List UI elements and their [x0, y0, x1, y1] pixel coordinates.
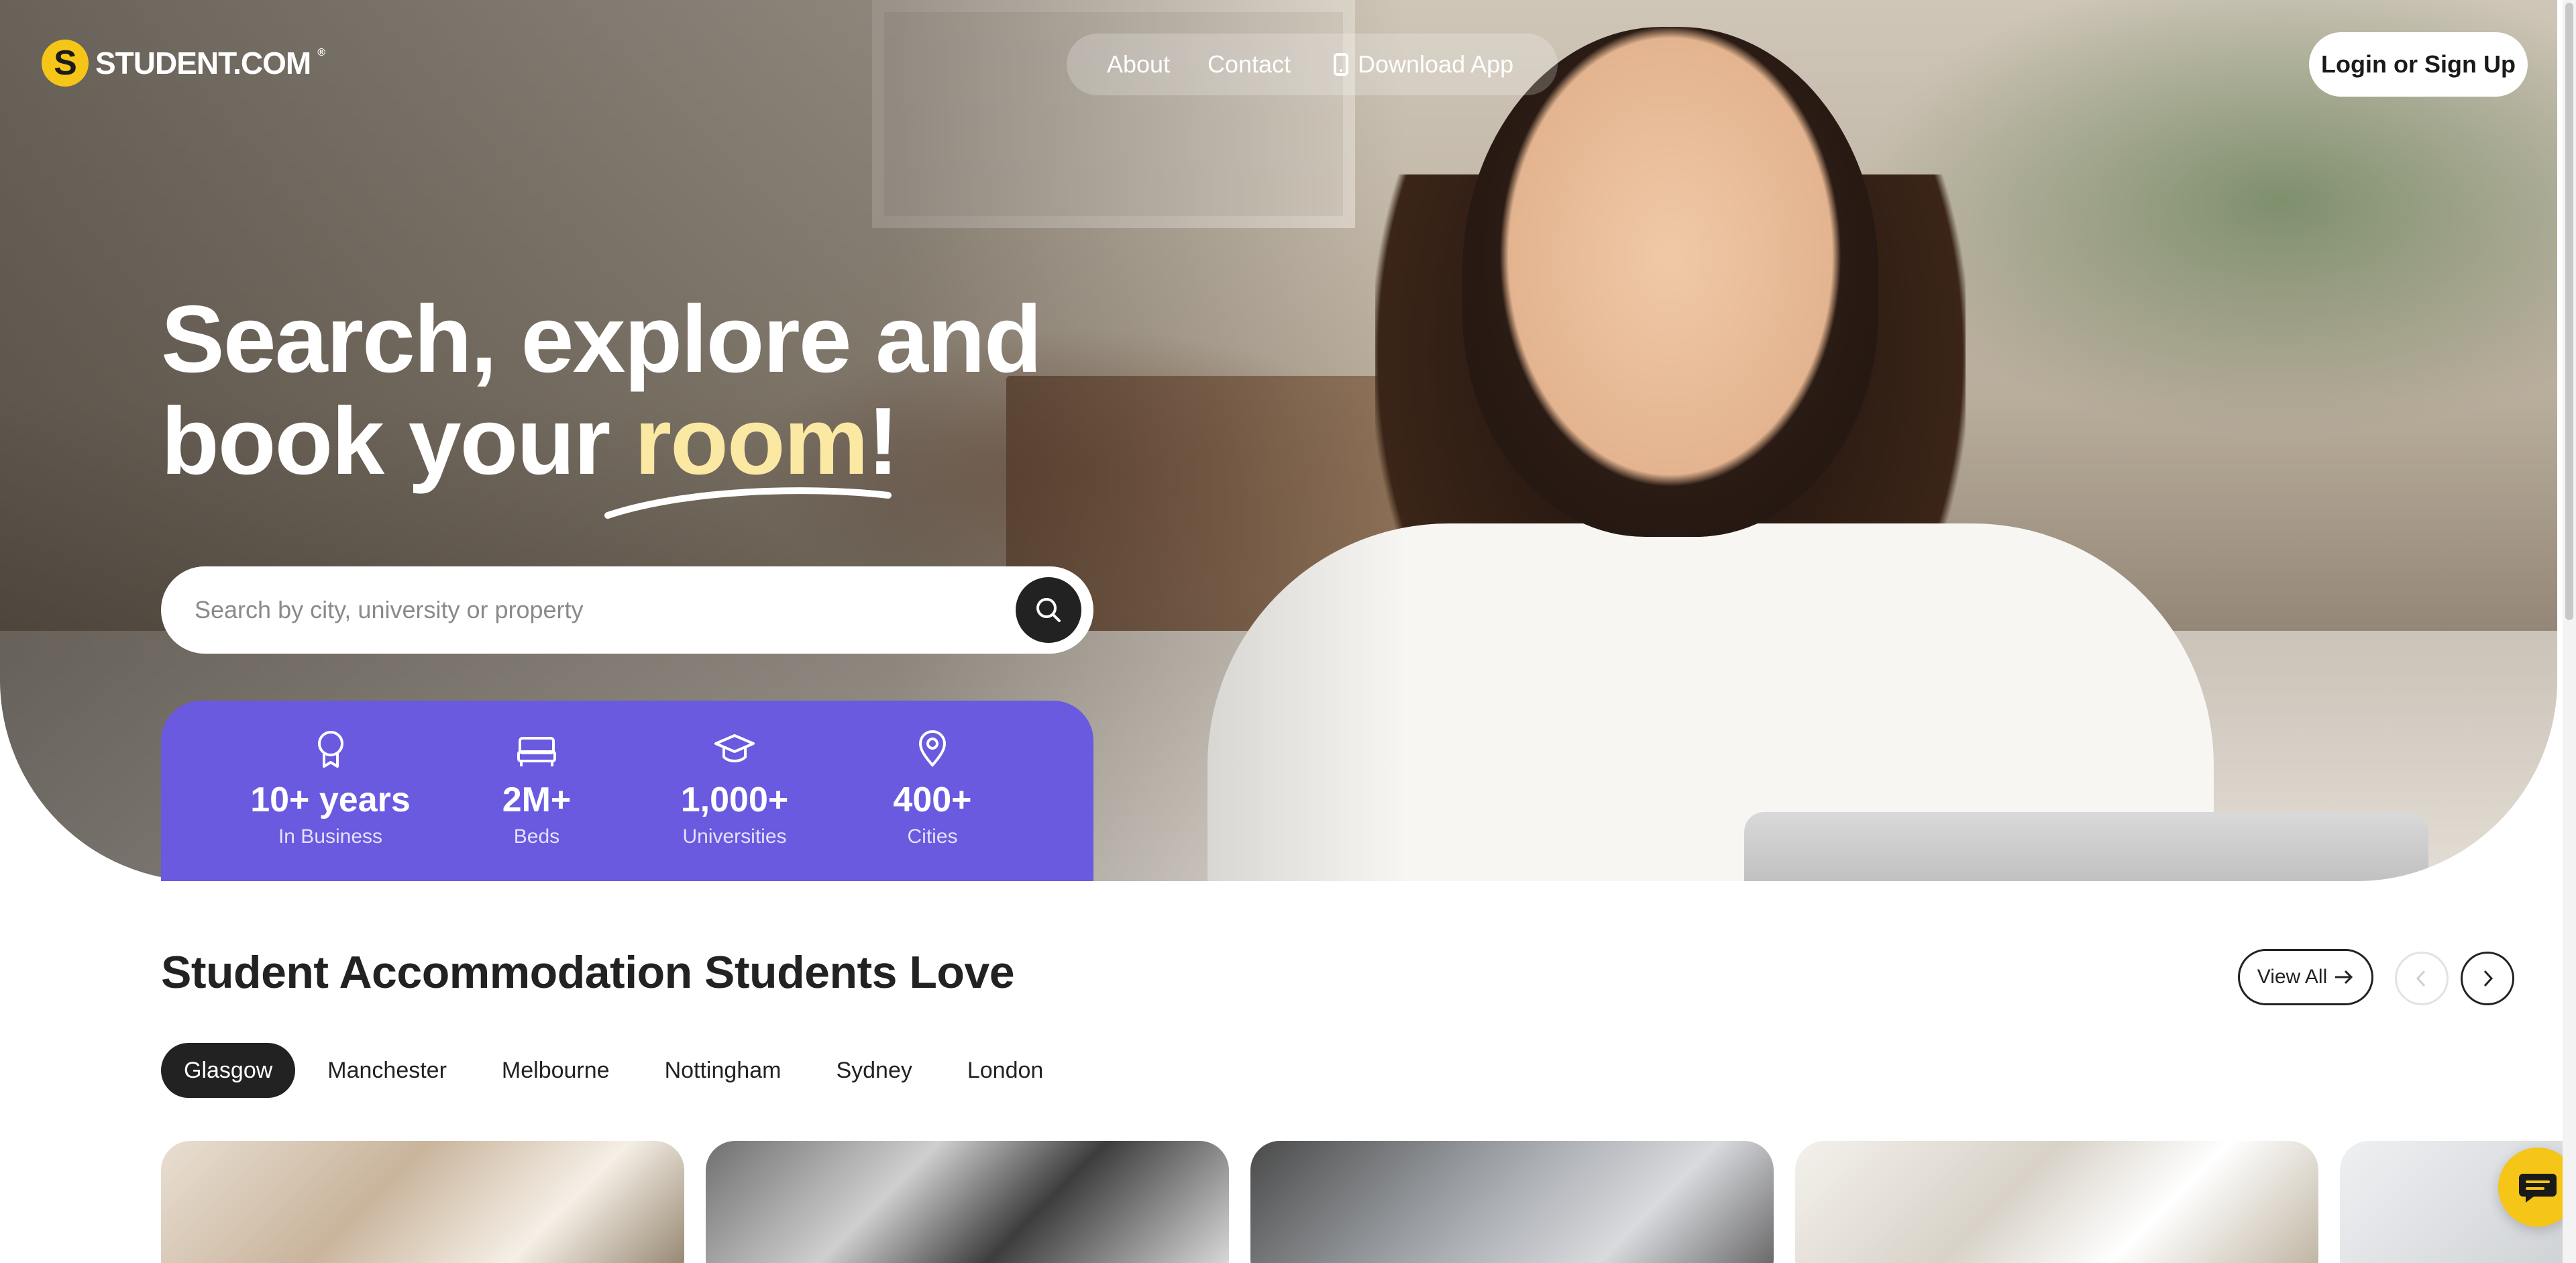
stat-cities: 400+ Cities — [834, 729, 1032, 881]
stat-beds: 2M+ Beds — [438, 729, 636, 881]
site-logo[interactable]: S STUDENT.COM ® — [42, 39, 325, 87]
logo-text: STUDENT.COM — [95, 46, 311, 81]
nav-contact-link[interactable]: Contact — [1208, 48, 1291, 81]
headline-accent-word: room — [634, 388, 869, 495]
city-chip-sydney[interactable]: Sydney — [813, 1043, 935, 1098]
stat-label: Universities — [682, 825, 787, 848]
stat-universities: 1,000+ Universities — [636, 729, 834, 881]
view-all-label: View All — [2257, 966, 2328, 988]
download-app-label: Download App — [1358, 50, 1514, 78]
property-card[interactable] — [1795, 1141, 2318, 1263]
city-chip-london[interactable]: London — [944, 1043, 1067, 1098]
headline-underline-swoosh — [604, 487, 892, 519]
page: S STUDENT.COM ® About Contact Download A… — [0, 0, 2576, 1263]
headline-line-1: Search, explore and — [161, 286, 1042, 393]
award-icon — [317, 731, 343, 768]
stat-label: Cities — [907, 825, 958, 848]
carousel-next-button[interactable] — [2461, 952, 2514, 1005]
page-scrollbar-thumb[interactable] — [2565, 3, 2573, 620]
stat-label: Beds — [513, 825, 560, 848]
carousel-prev-button[interactable] — [2395, 952, 2449, 1005]
bed-icon — [517, 737, 556, 766]
city-filter-chips: Glasgow Manchester Melbourne Nottingham … — [161, 1043, 1067, 1098]
city-chip-melbourne[interactable]: Melbourne — [478, 1043, 633, 1098]
arrow-right-icon — [2335, 970, 2353, 984]
headline-line-2: book your — [161, 388, 635, 495]
city-chip-manchester[interactable]: Manchester — [305, 1043, 470, 1098]
stat-value: 10+ years — [250, 780, 411, 819]
logo-registered-mark: ® — [317, 47, 325, 58]
property-card[interactable] — [706, 1141, 1229, 1263]
phone-icon — [1334, 53, 1348, 76]
stat-value: 2M+ — [502, 780, 572, 819]
graduation-cap-icon — [714, 734, 755, 762]
login-signup-button[interactable]: Login or Sign Up — [2309, 32, 2528, 97]
stat-label: In Business — [278, 825, 383, 848]
search-bar — [161, 566, 1093, 654]
city-chip-glasgow[interactable]: Glasgow — [161, 1043, 296, 1098]
nav-download-app-link[interactable]: Download App — [1334, 48, 1513, 81]
stats-panel: 10+ years In Business 2M+ Beds 1,000+ Un… — [161, 701, 1093, 881]
stat-value: 1,000+ — [680, 780, 789, 819]
search-button[interactable] — [1016, 577, 1081, 643]
stat-value: 400+ — [893, 780, 972, 819]
hero-headline: Search, explore and book your room! — [161, 289, 1167, 493]
chat-bubble-icon — [2519, 1174, 2557, 1203]
chevron-left-icon — [2416, 970, 2426, 987]
property-card[interactable] — [161, 1141, 684, 1263]
stat-years: 10+ years In Business — [223, 729, 438, 881]
location-pin-icon — [918, 730, 947, 768]
view-all-button[interactable]: View All — [2238, 949, 2373, 1005]
nav-about-link[interactable]: About — [1107, 48, 1170, 81]
city-chip-nottingham[interactable]: Nottingham — [641, 1043, 804, 1098]
property-card[interactable] — [1250, 1141, 1774, 1263]
section-title: Student Accommodation Students Love — [161, 947, 1015, 998]
logo-mark-icon: S — [42, 40, 89, 87]
chevron-right-icon — [2483, 970, 2493, 987]
search-icon — [1036, 598, 1061, 622]
headline-exclamation: ! — [867, 388, 899, 495]
search-input[interactable] — [195, 596, 1016, 624]
